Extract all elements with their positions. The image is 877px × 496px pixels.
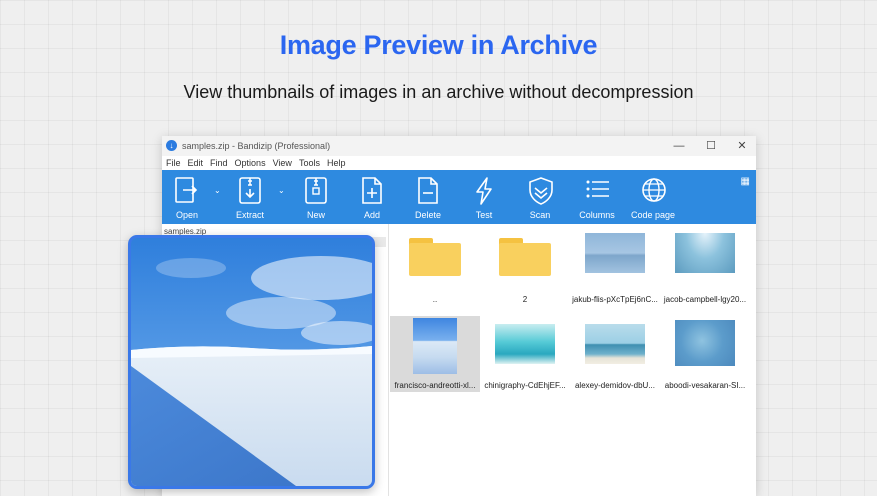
columns-button[interactable]: Columns xyxy=(572,170,622,224)
columns-label: Columns xyxy=(579,210,615,220)
open-dropdown-chevron-icon[interactable]: ⌄ xyxy=(214,186,221,195)
menu-file[interactable]: File xyxy=(166,158,181,168)
folder-icon xyxy=(409,238,461,276)
test-button[interactable]: Test xyxy=(459,170,509,224)
grid-item-label: jacob-campbell-lgy20... xyxy=(663,295,747,304)
image-thumbnail xyxy=(585,324,645,364)
shield-scan-icon xyxy=(529,177,553,205)
grid-item-label: alexey-demidov-dbU... xyxy=(574,381,656,390)
grid-item-alexey-demidov[interactable]: alexey-demidov-dbU... xyxy=(570,316,660,392)
lightning-test-icon xyxy=(476,177,492,205)
extract-label: Extract xyxy=(235,210,264,220)
grid-item-label: aboodi-vesakaran-SI... xyxy=(664,381,746,390)
grid-item-label: francisco-andreotti-xl... xyxy=(394,381,476,390)
title-bar: ↓ samples.zip - Bandizip (Professional) … xyxy=(162,136,756,156)
grid-item-label: 2 xyxy=(522,295,528,304)
scan-button[interactable]: Scan xyxy=(515,170,565,224)
menu-help[interactable]: Help xyxy=(327,158,346,168)
menu-edit[interactable]: Edit xyxy=(188,158,204,168)
open-icon xyxy=(175,177,198,203)
grid-item-parent-folder[interactable]: .. xyxy=(390,228,480,306)
add-button[interactable]: Add xyxy=(347,170,397,224)
image-thumbnail xyxy=(495,324,555,364)
menu-options[interactable]: Options xyxy=(235,158,266,168)
globe-icon xyxy=(642,178,666,202)
delete-label: Delete xyxy=(414,210,441,220)
grid-item-francisco-andreotti[interactable]: francisco-andreotti-xl... xyxy=(390,316,480,392)
delete-button[interactable]: Delete xyxy=(403,170,453,224)
new-archive-icon xyxy=(305,177,327,204)
grid-item-folder-2[interactable]: 2 xyxy=(480,228,570,306)
grid-item-jacob-campbell[interactable]: jacob-campbell-lgy20... xyxy=(660,228,750,306)
image-thumbnail xyxy=(675,233,735,273)
file-grid: .. 2 jakub-flis-pXcTpEj6nC... jacob-camp… xyxy=(390,224,756,496)
window-title: samples.zip - Bandizip (Professional) xyxy=(182,141,331,151)
menu-bar: File Edit Find Options View Tools Help xyxy=(162,156,756,170)
minimize-button[interactable]: — xyxy=(665,138,693,154)
image-thumbnail xyxy=(675,320,735,366)
grid-item-label: .. xyxy=(432,295,438,304)
bandizip-logo-icon: ↓ xyxy=(166,140,177,151)
menu-tools[interactable]: Tools xyxy=(299,158,320,168)
scan-label: Scan xyxy=(529,210,551,220)
image-thumbnail xyxy=(585,233,645,273)
image-preview-popup xyxy=(128,235,375,489)
extract-button[interactable]: Extract xyxy=(225,170,275,224)
open-label: Open xyxy=(175,210,199,220)
view-mode-grid-icon[interactable]: ▦ xyxy=(741,176,750,187)
add-file-icon xyxy=(362,177,382,204)
test-label: Test xyxy=(475,210,493,220)
new-button[interactable]: New xyxy=(291,170,341,224)
maximize-button[interactable]: ☐ xyxy=(697,138,725,154)
preview-image xyxy=(131,238,372,486)
headline: Image Preview in Archive xyxy=(279,30,598,60)
add-label: Add xyxy=(363,210,380,220)
menu-find[interactable]: Find xyxy=(210,158,228,168)
grid-item-jakub-flis[interactable]: jakub-flis-pXcTpEj6nC... xyxy=(570,228,660,306)
delete-file-icon xyxy=(418,177,438,204)
grid-item-chinigraphy[interactable]: chinigraphy-CdEhjEF... xyxy=(480,316,570,392)
toolbar: Open ⌄ Extract ⌄ New Add Delete Test Sca… xyxy=(162,170,756,224)
extract-dropdown-chevron-icon[interactable]: ⌄ xyxy=(278,186,285,195)
close-button[interactable]: ✕ xyxy=(728,138,756,154)
code-page-label: Code page xyxy=(630,210,676,220)
extract-icon xyxy=(239,177,261,204)
image-thumbnail xyxy=(413,318,457,374)
grid-item-aboodi-vesakaran[interactable]: aboodi-vesakaran-SI... xyxy=(660,316,750,392)
folder-icon xyxy=(499,238,551,276)
grid-item-label: chinigraphy-CdEhjEF... xyxy=(484,381,566,390)
open-button[interactable]: Open xyxy=(162,170,212,224)
grid-item-label: jakub-flis-pXcTpEj6nC... xyxy=(572,295,658,304)
new-label: New xyxy=(306,210,325,220)
menu-view[interactable]: View xyxy=(273,158,292,168)
subheadline: View thumbnails of images in an archive … xyxy=(183,82,694,102)
code-page-button[interactable]: Code page xyxy=(628,170,678,224)
columns-list-icon xyxy=(586,180,609,198)
